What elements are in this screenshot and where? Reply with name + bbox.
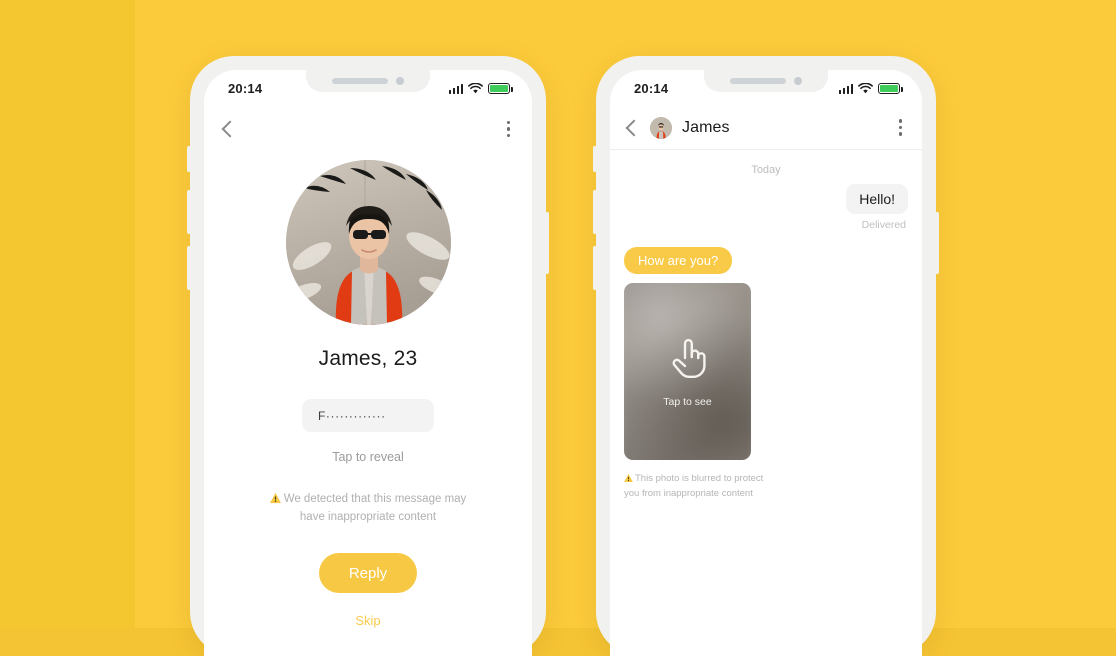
tap-hand-icon — [668, 335, 708, 384]
warning-triangle-icon — [269, 492, 281, 509]
blurred-photo-message[interactable]: Tap to see — [624, 283, 751, 460]
warning-triangle-icon — [624, 473, 633, 487]
status-time: 20:14 — [634, 80, 669, 96]
tap-to-see-label: Tap to see — [663, 396, 712, 408]
tap-to-reveal-label[interactable]: Tap to reveal — [332, 450, 404, 464]
signal-bars-icon — [448, 83, 463, 94]
back-button[interactable] — [221, 120, 239, 138]
reply-button[interactable]: Reply — [319, 553, 417, 594]
warning-line-1: We detected that this message may — [283, 493, 467, 505]
message-incoming: How are you? Tap to see — [624, 231, 908, 460]
nav-bar-left — [204, 106, 532, 152]
masked-message-field[interactable]: F············· — [302, 399, 434, 432]
screen-right: 20:14 James Today Hello! Delivered How a… — [610, 70, 922, 656]
warning-line-2: have inappropriate content — [299, 510, 437, 523]
status-time: 20:14 — [228, 80, 263, 96]
volume-down-button[interactable] — [187, 246, 191, 290]
overflow-menu-button[interactable] — [506, 120, 510, 138]
battery-icon — [878, 82, 903, 94]
inappropriate-content-warning: We detected that this message may have i… — [253, 491, 483, 525]
message-bubble[interactable]: Hello! — [846, 184, 908, 214]
warning-line-2: you from inappropriate content — [624, 488, 753, 500]
profile-name: James, 23 — [318, 347, 418, 370]
message-bubble[interactable]: How are you? — [624, 247, 733, 274]
screen-left: 20:14 James, 23 F············· Tap to re… — [204, 70, 532, 656]
silent-switch[interactable] — [593, 146, 597, 172]
power-button[interactable] — [545, 212, 549, 274]
phone-mockup-left: 20:14 James, 23 F············· Tap to re… — [187, 56, 549, 656]
signal-bars-icon — [838, 83, 853, 94]
battery-icon — [488, 82, 513, 94]
masked-message-value: F············· — [318, 408, 386, 423]
chat-avatar-photo — [650, 116, 672, 139]
wifi-icon — [468, 82, 483, 93]
warning-line-1: This photo is blurred to protect — [635, 473, 764, 484]
message-status: Delivered — [861, 219, 906, 231]
profile-section: James, 23 F············· Tap to reveal W… — [204, 152, 532, 629]
wifi-icon — [858, 82, 873, 93]
skip-button[interactable]: Skip — [349, 612, 386, 629]
profile-photo-illustration — [285, 160, 451, 325]
chat-avatar[interactable] — [650, 116, 672, 139]
status-icons — [838, 82, 903, 94]
blurred-photo-warning: This photo is blurred to protect you fro… — [624, 472, 776, 502]
status-bar-right: 20:14 — [610, 70, 922, 106]
chat-title: James — [682, 118, 730, 136]
back-button[interactable] — [625, 119, 643, 136]
phone-mockup-right: 20:14 James Today Hello! Delivered How a… — [593, 56, 939, 656]
chat-header: James — [610, 106, 922, 150]
silent-switch[interactable] — [187, 146, 191, 172]
volume-down-button[interactable] — [593, 246, 597, 290]
background-band-left — [0, 0, 135, 628]
message-list: Hello! Delivered How are you? Tap to see… — [610, 178, 922, 502]
date-divider: Today — [751, 164, 781, 176]
volume-up-button[interactable] — [593, 190, 597, 234]
status-bar-left: 20:14 — [204, 70, 532, 106]
overflow-menu-button[interactable] — [898, 119, 902, 136]
status-icons — [448, 82, 513, 94]
message-outgoing: Hello! Delivered — [624, 178, 908, 231]
power-button[interactable] — [935, 212, 939, 274]
profile-avatar[interactable] — [285, 160, 451, 325]
volume-up-button[interactable] — [187, 190, 191, 234]
